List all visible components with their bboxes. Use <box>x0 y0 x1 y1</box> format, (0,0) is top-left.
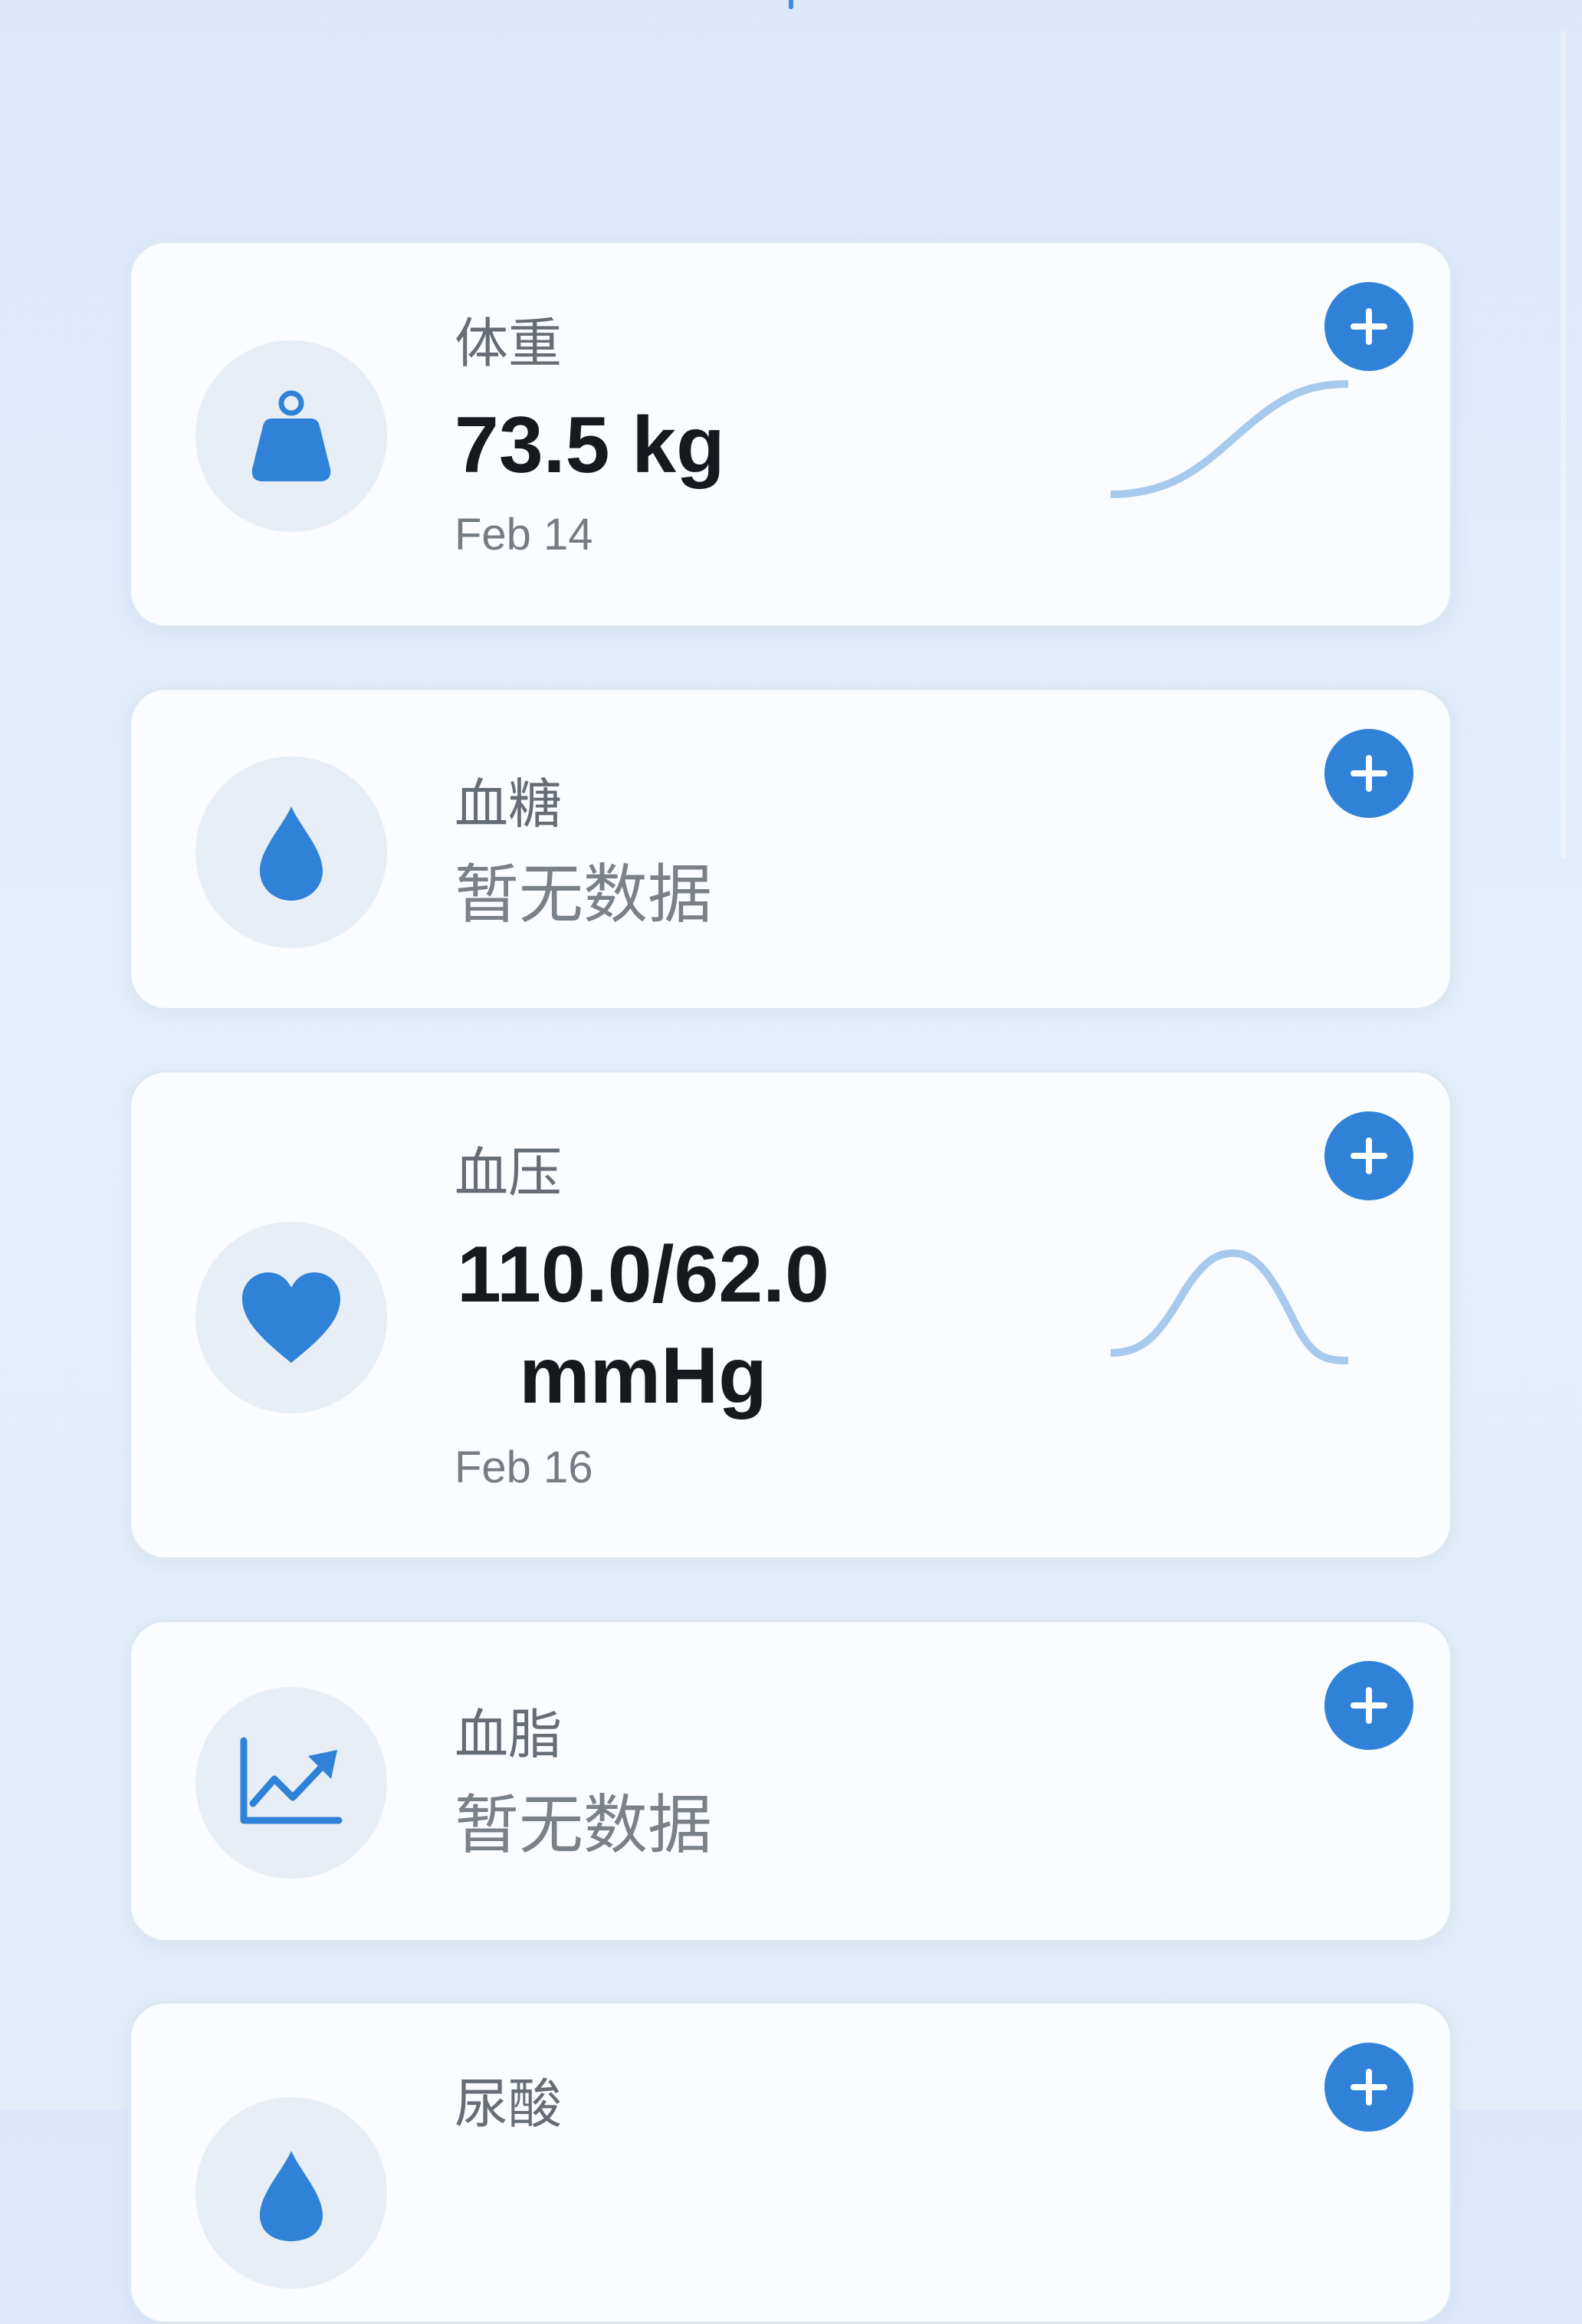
blood-pressure-trend-line <box>1110 1249 1349 1364</box>
heart-icon <box>242 1272 340 1363</box>
trend-chart-icon-circle <box>195 1687 387 1879</box>
blood-drop-icon <box>260 806 323 901</box>
plus-icon <box>1351 755 1387 792</box>
metric-value-reading: 110.0/62.0 <box>457 1230 829 1319</box>
health-metrics-page: 体重 73.5 kg Feb 14 血糖 暂无数据 血压 110.0/62.0 … <box>0 0 1582 2324</box>
weight-trend-sparkline <box>1110 380 1349 498</box>
metric-value: 73.5 kg <box>455 401 725 490</box>
no-data-text: 暂无数据 <box>455 857 713 932</box>
plus-icon <box>1351 1687 1387 1724</box>
urine-icon <box>260 2151 323 2241</box>
weight-icon <box>251 390 331 481</box>
blood-pressure-trend-sparkline <box>1110 1249 1349 1364</box>
add-blood-pressure-button[interactable] <box>1324 1111 1413 1200</box>
add-uric-acid-button[interactable] <box>1324 2043 1413 2132</box>
metric-label: 体重 <box>455 312 562 375</box>
metric-label: 血脂 <box>455 1703 562 1766</box>
trend-chart-icon <box>240 1737 343 1824</box>
metric-label: 尿酸 <box>455 2073 562 2135</box>
weight-icon-circle <box>195 340 387 532</box>
add-blood-sugar-button[interactable] <box>1324 729 1413 818</box>
metric-card-blood-lipids[interactable]: 血脂 暂无数据 <box>129 1620 1452 1942</box>
add-blood-lipids-button[interactable] <box>1324 1661 1413 1750</box>
metric-card-weight[interactable]: 体重 73.5 kg Feb 14 <box>129 241 1452 628</box>
add-weight-button[interactable] <box>1324 282 1413 371</box>
metric-card-blood-sugar[interactable]: 血糖 暂无数据 <box>129 688 1452 1010</box>
no-data-text: 暂无数据 <box>455 1787 713 1863</box>
urine-icon-circle <box>195 2097 387 2289</box>
heart-icon-circle <box>195 1222 387 1413</box>
weight-trend-line <box>1110 380 1349 498</box>
top-indicator <box>789 0 793 9</box>
plus-icon <box>1351 1137 1387 1174</box>
metric-date: Feb 16 <box>455 1443 593 1492</box>
metric-label: 血压 <box>455 1141 562 1204</box>
metric-card-blood-pressure[interactable]: 血压 110.0/62.0 mmHg Feb 16 <box>129 1070 1452 1560</box>
metric-date: Feb 14 <box>455 510 593 560</box>
blood-drop-icon-circle <box>195 757 387 948</box>
metric-label: 血糖 <box>455 773 562 835</box>
plus-icon <box>1351 308 1387 345</box>
scrollbar[interactable] <box>1561 31 1567 858</box>
metric-value-unit: mmHg <box>519 1331 767 1420</box>
plus-icon <box>1351 2069 1387 2106</box>
metric-card-uric-acid[interactable]: 尿酸 <box>129 2001 1452 2324</box>
